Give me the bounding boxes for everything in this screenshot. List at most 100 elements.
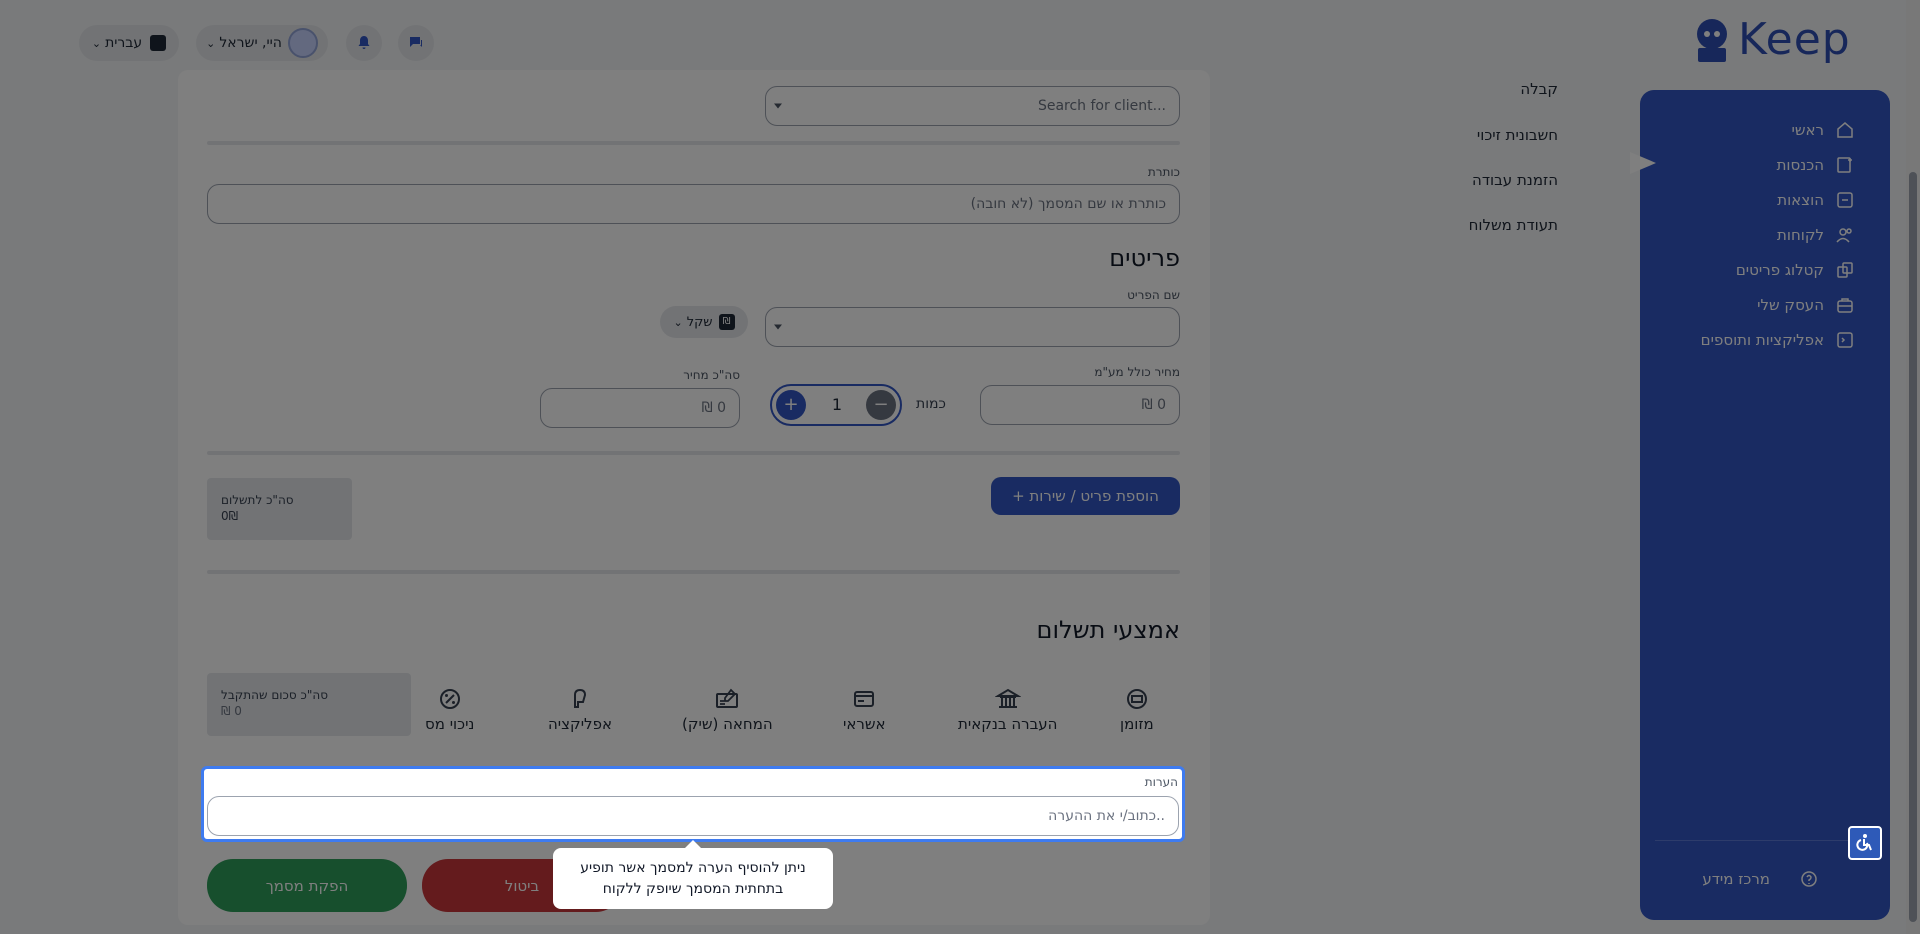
payment-method-label: המחאה (שיק) bbox=[682, 715, 773, 733]
language-label: עברית bbox=[105, 35, 143, 51]
title-input[interactable]: (לא חובה) כותרת או שם המסמך bbox=[207, 184, 1180, 224]
payment-method-cash[interactable]: מזומן bbox=[1120, 686, 1154, 733]
messages-button[interactable] bbox=[398, 25, 434, 61]
received-total-box: סה"כ סכום שהתקבל ₪ 0 bbox=[207, 673, 411, 736]
decrease-button[interactable]: − bbox=[866, 390, 896, 420]
issue-document-button[interactable]: הפקת מסמך bbox=[207, 859, 407, 912]
check-icon bbox=[716, 688, 739, 708]
price-value: ₪ 0 bbox=[1141, 397, 1166, 413]
chevron-down-icon: ⌄ bbox=[206, 36, 216, 50]
sidebar-item-my-business[interactable]: העסק שלי bbox=[1757, 296, 1854, 314]
sidebar-item-catalog[interactable]: קטלוג פריטים bbox=[1736, 261, 1854, 279]
quantity-value[interactable]: 1 bbox=[822, 395, 852, 414]
divider bbox=[1655, 840, 1875, 841]
item-name-select[interactable] bbox=[765, 307, 1180, 347]
logo-text: Keep bbox=[1738, 14, 1851, 65]
user-menu[interactable]: ⌄ היי, ישראל bbox=[196, 25, 328, 61]
expenses-icon bbox=[1837, 192, 1853, 208]
sidebar-item-label: הוצאות bbox=[1777, 191, 1824, 209]
title-placeholder: (לא חובה) כותרת או שם המסמך bbox=[970, 196, 1166, 212]
notes-field-highlight: הערות כתוב/י את ההערה.. bbox=[201, 766, 1185, 842]
payment-method-app[interactable]: אפליקציה bbox=[548, 686, 612, 733]
briefcase-icon bbox=[1837, 298, 1853, 313]
scrollbar-thumb[interactable] bbox=[1909, 172, 1917, 922]
users-icon bbox=[1836, 228, 1852, 243]
doc-type-credit-invoice[interactable]: חשבונית זיכוי bbox=[1400, 126, 1558, 144]
divider bbox=[207, 451, 1180, 455]
accessibility-icon bbox=[1856, 834, 1872, 851]
client-search-input[interactable]: Search for client... bbox=[765, 86, 1180, 126]
payment-method-label: מזומן bbox=[1120, 715, 1154, 733]
bell-icon bbox=[358, 36, 370, 49]
sidebar-item-label: אפליקציות ותוספים bbox=[1700, 331, 1824, 349]
user-greeting: היי, ישראל bbox=[219, 35, 282, 51]
accessibility-button[interactable] bbox=[1848, 826, 1882, 860]
client-search-placeholder: Search for client... bbox=[1037, 98, 1166, 114]
sidebar-item-label: ראשי bbox=[1791, 121, 1824, 139]
catalog-icon bbox=[1837, 262, 1853, 278]
payment-method-label: ניכוי מס bbox=[425, 715, 475, 733]
home-icon bbox=[1837, 122, 1853, 138]
payment-method-credit[interactable]: אשראי bbox=[843, 686, 886, 733]
avatar bbox=[287, 28, 318, 58]
notes-placeholder: כתוב/י את ההערה.. bbox=[1048, 808, 1165, 824]
chat-icon bbox=[410, 37, 422, 47]
sidebar-item-label: לקוחות bbox=[1777, 226, 1824, 244]
app-payment-icon bbox=[573, 688, 586, 708]
chevron-down-icon: ⌄ bbox=[673, 315, 683, 329]
item-name-label: שם הפריט bbox=[1127, 288, 1180, 302]
doc-type-work-order[interactable]: הזמנת עבודה bbox=[1400, 171, 1558, 189]
sidebar-active-indicator bbox=[1630, 152, 1656, 174]
doc-type-delivery-note[interactable]: תעודת משלוח bbox=[1400, 216, 1558, 234]
language-selector[interactable]: ⌄ עברית bbox=[79, 25, 179, 61]
sidebar-item-label: מרכז מידע bbox=[1702, 870, 1770, 888]
increase-button[interactable]: + bbox=[776, 390, 806, 420]
items-heading: פריטים bbox=[1109, 244, 1180, 272]
received-total-value: ₪ 0 bbox=[221, 704, 242, 718]
payment-method-label: העברה בנקאית bbox=[958, 715, 1058, 733]
sidebar-item-label: הכנסות bbox=[1776, 156, 1824, 174]
keep-logo: Keep bbox=[1692, 14, 1851, 65]
credit-card-icon bbox=[854, 691, 875, 707]
payment-method-bank-transfer[interactable]: העברה בנקאית bbox=[958, 686, 1057, 733]
chevron-down-icon: ⌄ bbox=[91, 36, 102, 50]
currency-label: שקל bbox=[686, 314, 713, 330]
payment-method-label: אשראי bbox=[843, 715, 886, 733]
currency-selector[interactable]: ⌄ שקל ₪ bbox=[660, 306, 748, 338]
sidebar-item-apps[interactable]: אפליקציות ותוספים bbox=[1701, 331, 1854, 349]
help-icon bbox=[1801, 871, 1817, 887]
quantity-stepper[interactable]: + 1 − bbox=[770, 384, 902, 426]
notifications-button[interactable] bbox=[346, 25, 382, 61]
notes-input[interactable]: כתוב/י את ההערה.. bbox=[207, 796, 1179, 836]
add-item-button[interactable]: + הוספת פריט / שירות bbox=[991, 477, 1180, 515]
title-label: כותרת bbox=[1147, 165, 1180, 179]
sidebar-item-income[interactable]: הכנסות bbox=[1777, 156, 1854, 174]
bank-icon bbox=[994, 688, 1021, 708]
chevron-down-icon bbox=[774, 324, 782, 330]
translate-icon bbox=[150, 35, 167, 51]
sidebar: ראשי הכנסות הוצאות לקוחות קטלוג פריטים ה… bbox=[1630, 90, 1890, 920]
scrollbar[interactable] bbox=[1906, 0, 1920, 934]
top-bar: ⌄ עברית ⌄ היי, ישראל Keep bbox=[0, 0, 1920, 80]
total-payment-label: סה"כ לתשלום bbox=[221, 493, 294, 507]
apps-icon bbox=[1837, 332, 1853, 348]
payment-method-tax-deduction[interactable]: ניכוי מס bbox=[425, 686, 474, 733]
received-total-label: סה"כ סכום שהתקבל bbox=[221, 688, 328, 702]
total-price-label: סה"כ מחיר bbox=[683, 368, 740, 382]
notes-label: הערות bbox=[1144, 775, 1178, 789]
sidebar-item-expenses[interactable]: הוצאות bbox=[1777, 191, 1854, 209]
sidebar-item-info-center[interactable]: מרכז מידע bbox=[1702, 870, 1818, 888]
payment-heading: אמצעי תשלום bbox=[1036, 616, 1180, 644]
doc-type-receipt[interactable]: קבלה bbox=[1400, 80, 1558, 98]
total-payment-box: סה"כ לתשלום 0₪ bbox=[207, 478, 352, 540]
sidebar-item-home[interactable]: ראשי bbox=[1792, 121, 1854, 139]
sidebar-item-customers[interactable]: לקוחות bbox=[1777, 226, 1854, 244]
cash-icon bbox=[1126, 689, 1147, 709]
sidebar-item-label: העסק שלי bbox=[1757, 296, 1824, 314]
payment-method-check[interactable]: המחאה (שיק) bbox=[682, 686, 773, 733]
shekel-icon: ₪ bbox=[718, 314, 735, 330]
tooltip-text: ניתן להוסיף הערה למסמך אשר תופיע בתחתית … bbox=[580, 859, 806, 897]
price-input[interactable]: ₪ 0 bbox=[980, 385, 1180, 425]
income-icon bbox=[1837, 157, 1852, 173]
hedgehog-logo-icon bbox=[1697, 18, 1727, 62]
